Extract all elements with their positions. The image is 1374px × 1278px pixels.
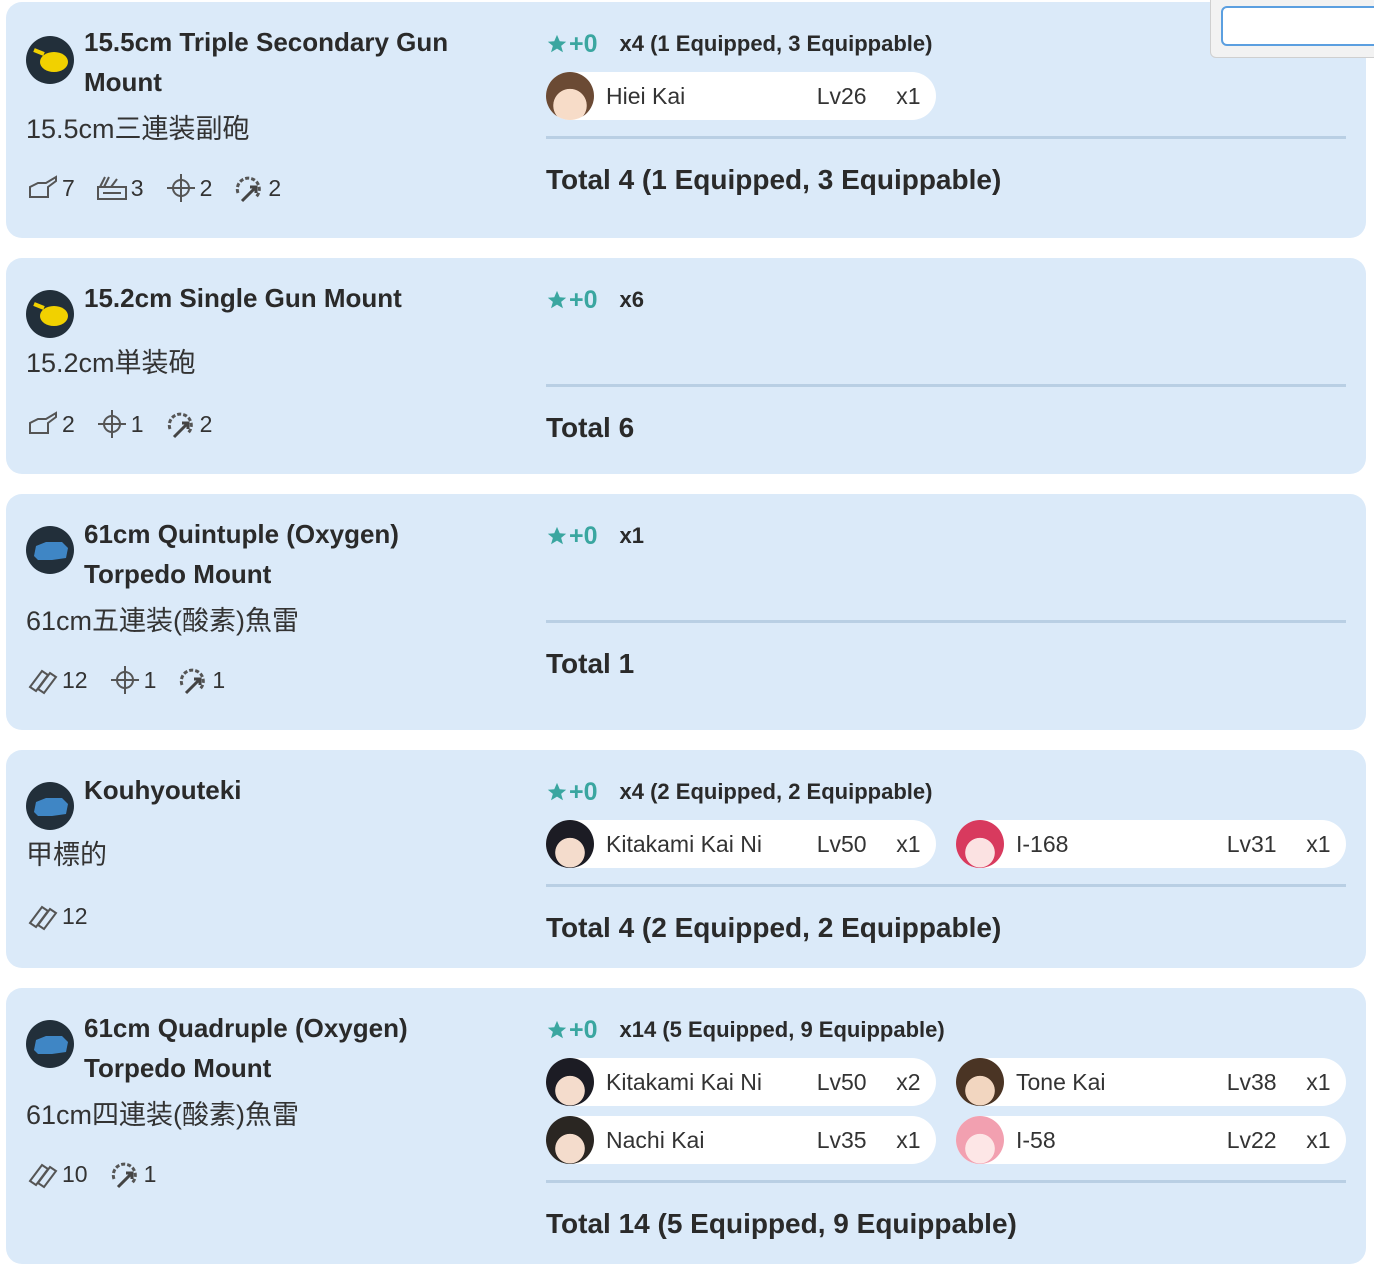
divider: [546, 384, 1346, 387]
divider: [546, 136, 1346, 139]
stat-aa: 3: [95, 173, 144, 203]
equipment-card: 61cm Quadruple (Oxygen) Torpedo Mount 61c…: [6, 988, 1366, 1264]
improvement-row: +0 x14 (5 Equipped, 9 Equippable): [546, 1014, 945, 1046]
stat-list: 7 3 2 2: [26, 172, 301, 204]
ship-avatar: [956, 1116, 1004, 1164]
improvement-row: +0 x6: [546, 284, 644, 316]
item-jp-name: 61cm四連装(酸素)魚雷: [26, 1100, 300, 1130]
divider: [546, 1180, 1346, 1183]
accuracy-icon: [166, 174, 195, 202]
ship-chip[interactable]: Nachi Kai Lv35 x1: [546, 1116, 936, 1164]
stat-list: 12 1 1: [26, 664, 245, 696]
ship-chip[interactable]: Tone Kai Lv38 x1: [956, 1058, 1346, 1106]
stat-list: 2 1 2: [26, 408, 232, 440]
stat-accuracy: 2: [164, 173, 212, 203]
item-count: x4 (2 Equipped, 2 Equippable): [619, 779, 933, 804]
stat-list: 12: [26, 900, 108, 932]
stat-evasion: 1: [176, 665, 225, 695]
equipment-card: 15.2cm Single Gun Mount 15.2cm単装砲 2 1 2 …: [6, 258, 1366, 474]
item-total: Total 6: [546, 412, 635, 443]
evasion-icon: [180, 668, 206, 695]
secondary-gun-icon: [26, 36, 74, 84]
item-total: Total 14 (5 Equipped, 9 Equippable): [546, 1208, 1017, 1239]
star-icon: [547, 34, 567, 53]
stat-accuracy: 1: [95, 409, 144, 439]
item-jp-name: 15.2cm単装砲: [26, 348, 196, 378]
improvement-level: +0: [569, 521, 598, 550]
improvement-level: +0: [569, 285, 598, 314]
improvement-level: +0: [569, 777, 598, 806]
improvement-row: +0 x4 (2 Equipped, 2 Equippable): [546, 776, 932, 808]
equipment-card: 15.5cm Triple Secondary Gun Mount 15.5cm三…: [6, 2, 1366, 238]
stat-torpedo: 12: [26, 665, 88, 695]
item-count: x14 (5 Equipped, 9 Equippable): [619, 1017, 945, 1042]
torpedo-icon: [26, 1020, 74, 1068]
torpedo-stat-icon: [28, 905, 58, 931]
ship-chip[interactable]: Kitakami Kai Ni Lv50 x2: [546, 1058, 936, 1106]
improvement-level: +0: [569, 1015, 598, 1044]
stat-accuracy: 1: [108, 665, 156, 695]
ship-avatar: [546, 820, 594, 868]
firepower-icon: [29, 411, 57, 434]
item-total: Total 4 (2 Equipped, 2 Equippable): [546, 912, 1002, 943]
ship-chip[interactable]: I-168 Lv31 x1: [956, 820, 1346, 868]
item-count: x4 (1 Equipped, 3 Equippable): [619, 31, 933, 56]
ship-avatar: [956, 1058, 1004, 1106]
item-total: Total 4 (1 Equipped, 3 Equippable): [546, 164, 1002, 195]
accuracy-icon: [97, 410, 126, 438]
item-jp-name: 61cm五連装(酸素)魚雷: [26, 606, 300, 636]
equipment-card: 61cm Quintuple (Oxygen) Torpedo Mount 61c…: [6, 494, 1366, 730]
ship-avatar: [956, 820, 1004, 868]
firepower-icon: [29, 175, 57, 198]
improvement-row: +0 x1: [546, 520, 644, 552]
ship-chip[interactable]: Hiei Kai Lv26 x1: [546, 72, 936, 120]
torpedo-stat-icon: [28, 669, 58, 695]
torpedo-icon: [26, 782, 74, 830]
aa-icon: [96, 176, 127, 200]
ship-chip[interactable]: I-58 Lv22 x1: [956, 1116, 1346, 1164]
stat-firepower: 7: [26, 173, 75, 203]
star-icon: [547, 526, 567, 545]
improvement-row: +0 x4 (1 Equipped, 3 Equippable): [546, 28, 932, 60]
secondary-gun-icon: [26, 290, 74, 338]
star-icon: [547, 1020, 567, 1039]
item-jp-name: 甲標的: [26, 840, 107, 870]
item-name: 15.2cm Single Gun Mount: [84, 283, 402, 313]
item-name: 61cm Quintuple (Oxygen) Torpedo Mount: [84, 519, 399, 589]
evasion-icon: [111, 1162, 137, 1189]
stat-evasion: 2: [232, 173, 281, 203]
ship-avatar: [546, 1116, 594, 1164]
stat-torpedo: 10: [26, 1159, 88, 1189]
search-input[interactable]: [1221, 6, 1374, 46]
stat-evasion: 1: [108, 1159, 156, 1189]
stat-evasion: 2: [164, 409, 212, 439]
divider: [546, 620, 1346, 623]
improvement-level: +0: [569, 29, 598, 58]
search-panel: [1210, 0, 1374, 58]
torpedo-stat-icon: [28, 1163, 58, 1189]
torpedo-icon: [26, 526, 74, 574]
divider: [546, 884, 1346, 887]
star-icon: [547, 290, 567, 309]
stat-firepower: 2: [26, 409, 75, 439]
stat-list: 10 1: [26, 1158, 176, 1190]
item-name: 15.5cm Triple Secondary Gun Mount: [84, 27, 449, 97]
star-icon: [547, 782, 567, 801]
item-name: 61cm Quadruple (Oxygen) Torpedo Mount: [84, 1013, 408, 1083]
item-count: x6: [619, 287, 644, 312]
evasion-icon: [236, 176, 262, 203]
stat-torpedo: 12: [26, 901, 88, 931]
item-total: Total 1: [546, 648, 635, 679]
item-count: x1: [619, 523, 644, 548]
ship-avatar: [546, 72, 594, 120]
item-name: Kouhyouteki: [84, 775, 242, 805]
ship-avatar: [546, 1058, 594, 1106]
ship-chip[interactable]: Kitakami Kai Ni Lv50 x1: [546, 820, 936, 868]
equipment-card: Kouhyouteki 甲標的 12 +0 x4 (2 Equipped, 2 …: [6, 750, 1366, 968]
evasion-icon: [167, 412, 193, 439]
item-jp-name: 15.5cm三連装副砲: [26, 114, 250, 144]
accuracy-icon: [110, 666, 139, 694]
